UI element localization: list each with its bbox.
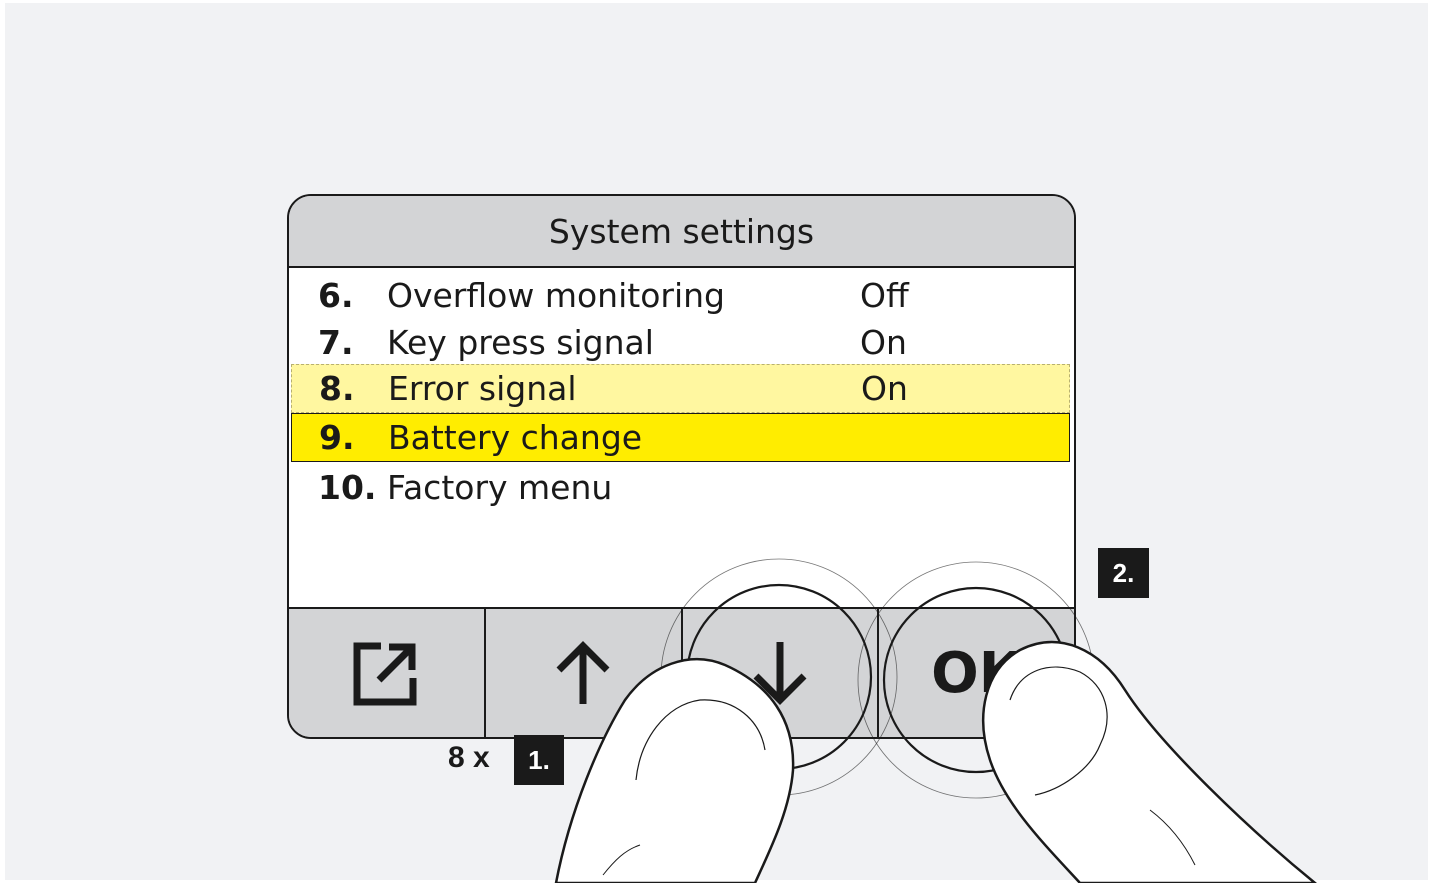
menu-item-label: Overflow monitoring bbox=[387, 276, 725, 315]
menu-item-battery-change[interactable]: 9. Battery change bbox=[291, 413, 1070, 462]
menu-item-value: On bbox=[860, 323, 907, 362]
menu-item-error-signal[interactable]: 8. Error signal On bbox=[291, 364, 1070, 413]
menu-item-label: Battery change bbox=[388, 418, 643, 457]
exit-icon bbox=[353, 642, 417, 706]
menu-item-overflow-monitoring[interactable]: 6. Overflow monitoring Off bbox=[289, 272, 1074, 319]
menu-item-number: 9. bbox=[319, 418, 355, 457]
device-display: System settings 6. Overflow monitoring O… bbox=[287, 194, 1076, 739]
menu-item-number: 6. bbox=[318, 276, 354, 315]
down-button[interactable] bbox=[683, 609, 880, 737]
menu-item-number: 7. bbox=[318, 323, 354, 362]
menu-item-label: Key press signal bbox=[387, 323, 654, 362]
menu-item-label: Factory menu bbox=[387, 468, 613, 507]
screen-title: System settings bbox=[289, 196, 1074, 268]
up-button[interactable] bbox=[486, 609, 683, 737]
menu-item-key-press-signal[interactable]: 7. Key press signal On bbox=[289, 319, 1074, 366]
exit-button[interactable] bbox=[289, 609, 486, 737]
arrow-up-icon bbox=[556, 641, 610, 704]
menu-item-label: Error signal bbox=[388, 369, 577, 408]
soft-key-bar: OK bbox=[289, 607, 1074, 737]
ok-button[interactable]: OK bbox=[879, 609, 1074, 737]
repeat-count: 8 x bbox=[448, 741, 490, 774]
menu-item-number: 10. bbox=[318, 468, 377, 507]
menu-item-factory-menu[interactable]: 10. Factory menu bbox=[289, 464, 1074, 511]
menu-item-value: On bbox=[861, 369, 908, 408]
menu-item-number: 8. bbox=[319, 369, 355, 408]
step-2-badge: 2. bbox=[1098, 548, 1149, 598]
step-1-badge: 1. bbox=[514, 735, 564, 785]
menu-item-value: Off bbox=[860, 276, 909, 315]
arrow-down-icon bbox=[753, 642, 807, 705]
